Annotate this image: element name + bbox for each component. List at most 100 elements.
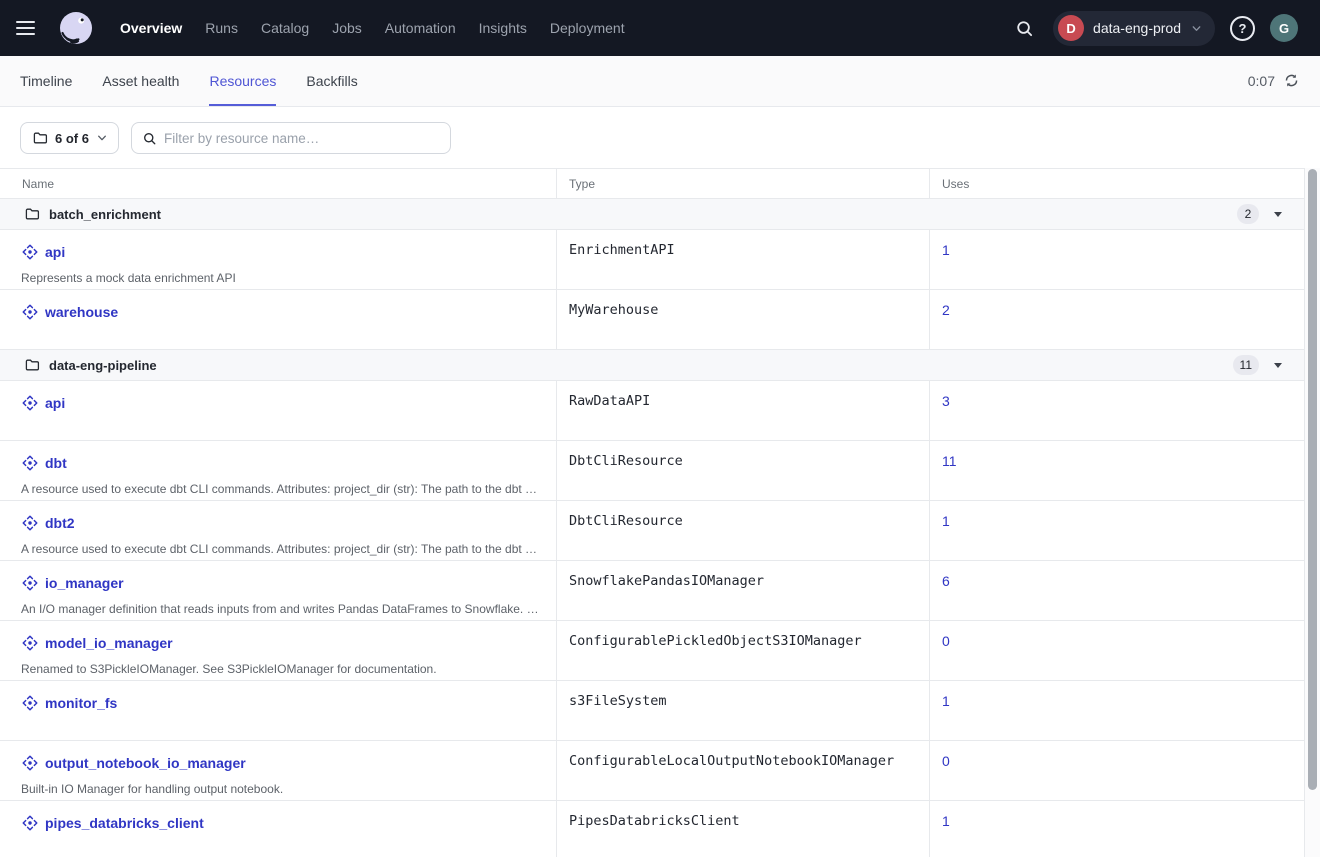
resource-type-cell: DbtCliResource [557, 441, 930, 500]
folder-icon [24, 357, 40, 373]
uses-count-link[interactable]: 0 [942, 753, 950, 769]
table-row: output_notebook_io_manager Built-in IO Ma… [0, 741, 1304, 801]
resource-type-cell: SnowflakePandasIOManager [557, 561, 930, 620]
workspace-initial-badge: D [1058, 15, 1084, 41]
resource-icon [21, 754, 39, 772]
tab-asset-health[interactable]: Asset health [102, 56, 179, 106]
group-row-data-eng-pipeline[interactable]: data-eng-pipeline 11 [0, 350, 1304, 381]
resource-uses-cell: 1 [930, 681, 1304, 740]
refresh-icon[interactable] [1284, 73, 1300, 89]
tab-timeline[interactable]: Timeline [20, 56, 72, 106]
table-row: dbt A resource used to execute dbt CLI co… [0, 441, 1304, 501]
resource-name-cell: model_io_manager Renamed to S3PickleIOMan… [0, 621, 557, 680]
table-row: apiRepresents a mock data enrichment API… [0, 230, 1304, 290]
resource-type-cell: s3FileSystem [557, 681, 930, 740]
nav-item-catalog[interactable]: Catalog [261, 20, 309, 36]
resource-uses-cell: 11 [930, 441, 1304, 500]
group-name: batch_enrichment [49, 207, 161, 222]
resource-link[interactable]: monitor_fs [45, 695, 117, 711]
resource-uses-cell: 0 [930, 741, 1304, 800]
nav-item-runs[interactable]: Runs [205, 20, 238, 36]
table-row: dbt2 A resource used to execute dbt CLI c… [0, 501, 1304, 561]
tab-bar: TimelineAsset healthResourcesBackfills 0… [0, 56, 1320, 107]
uses-count-link[interactable]: 1 [942, 693, 950, 709]
resource-icon [21, 814, 39, 832]
uses-count-link[interactable]: 1 [942, 513, 950, 529]
column-header-name: Name [0, 169, 557, 198]
resource-link[interactable]: output_notebook_io_manager [45, 755, 246, 771]
table-row: monitor_fs s3FileSystem 1 [0, 681, 1304, 741]
resource-description: A resource used to execute dbt CLI comma… [21, 542, 540, 556]
resource-icon [21, 634, 39, 652]
nav-item-overview[interactable]: Overview [120, 20, 182, 36]
resource-description: A resource used to execute dbt CLI comma… [21, 482, 540, 496]
tab-backfills[interactable]: Backfills [306, 56, 357, 106]
topnav-items: Overview Runs Catalog Jobs Automation Insight… [120, 20, 625, 36]
hamburger-icon[interactable] [16, 14, 44, 42]
uses-count-link[interactable]: 0 [942, 633, 950, 649]
uses-count-link[interactable]: 3 [942, 393, 950, 409]
uses-count-link[interactable]: 11 [942, 453, 957, 469]
resource-link[interactable]: api [45, 244, 65, 260]
topnav-right: D data-eng-prod ? G [1010, 11, 1298, 46]
workspace-switcher[interactable]: D data-eng-prod [1053, 11, 1215, 46]
tab-resources[interactable]: Resources [209, 56, 276, 106]
resource-link[interactable]: pipes_databricks_client [45, 815, 204, 831]
tabs: Timeline Asset health Resources Backfills [20, 56, 358, 106]
resource-filter-field [131, 122, 451, 154]
group-row-batch-enrichment[interactable]: batch_enrichment2 [0, 199, 1304, 230]
resource-icon [21, 574, 39, 592]
resources-table: Name Type Uses batch_enrichment2apiRepre… [0, 168, 1305, 857]
uses-count-link[interactable]: 1 [942, 242, 950, 258]
column-header-type: Type [557, 169, 930, 198]
group-name: data-eng-pipeline [49, 358, 157, 373]
top-navigation: Overview Runs Catalog Jobs Automation Insight… [0, 0, 1320, 56]
resource-link[interactable]: dbt2 [45, 515, 75, 531]
table-row: warehouseMyWarehouse2 [0, 290, 1304, 350]
resource-name-cell: apiRepresents a mock data enrichment API [0, 230, 557, 289]
collapse-caret-icon[interactable] [1274, 363, 1282, 368]
resource-uses-cell: 6 [930, 561, 1304, 620]
resource-icon [21, 694, 39, 712]
resource-type-cell: ConfigurablePickledObjectS3IOManager [557, 621, 930, 680]
resource-link[interactable]: dbt [45, 455, 67, 471]
resource-name-cell: io_manager An I/O manager definition that… [0, 561, 557, 620]
resource-type-cell: PipesDatabricksClient [557, 801, 930, 857]
resource-uses-cell: 1 [930, 501, 1304, 560]
scrollbar-thumb[interactable] [1308, 169, 1317, 790]
workspace-name: data-eng-prod [1093, 20, 1181, 36]
dagster-logo[interactable] [56, 8, 96, 48]
table-header: Name Type Uses [0, 169, 1304, 199]
group-count-badge: 11 [1233, 355, 1259, 375]
uses-count-link[interactable]: 2 [942, 302, 950, 318]
resource-description: An I/O manager definition that reads inp… [21, 602, 540, 616]
code-location-scope-button[interactable]: 6 of 6 [20, 122, 119, 154]
resource-link[interactable]: api [45, 395, 65, 411]
uses-count-link[interactable]: 6 [942, 573, 950, 589]
help-icon[interactable]: ? [1230, 16, 1255, 41]
folder-icon [32, 130, 48, 146]
resource-description: Renamed to S3PickleIOManager. See S3Pick… [21, 662, 540, 676]
scope-button-label: 6 of 6 [55, 131, 89, 146]
resource-link[interactable]: model_io_manager [45, 635, 173, 651]
resource-link[interactable]: warehouse [45, 304, 118, 320]
resource-type-cell: ConfigurableLocalOutputNotebookIOManager [557, 741, 930, 800]
nav-item-jobs[interactable]: Jobs [332, 20, 362, 36]
nav-item-automation[interactable]: Automation [385, 20, 456, 36]
avatar[interactable]: G [1270, 14, 1298, 42]
resource-type-cell: DbtCliResource [557, 501, 930, 560]
nav-item-deployment[interactable]: Deployment [550, 20, 625, 36]
resource-filter-input[interactable] [164, 131, 440, 146]
uses-count-link[interactable]: 1 [942, 813, 950, 829]
nav-item-insights[interactable]: Insights [479, 20, 527, 36]
resource-type-cell: RawDataAPI [557, 381, 930, 440]
search-icon[interactable] [1010, 14, 1038, 42]
resource-name-cell: dbt2 A resource used to execute dbt CLI c… [0, 501, 557, 560]
column-header-uses: Uses [930, 169, 1304, 198]
resource-name-cell: monitor_fs [0, 681, 557, 740]
resource-description: Built-in IO Manager for handling output … [21, 782, 540, 796]
resource-link[interactable]: io_manager [45, 575, 124, 591]
resource-uses-cell: 3 [930, 381, 1304, 440]
collapse-caret-icon[interactable] [1274, 212, 1282, 217]
resource-uses-cell: 0 [930, 621, 1304, 680]
